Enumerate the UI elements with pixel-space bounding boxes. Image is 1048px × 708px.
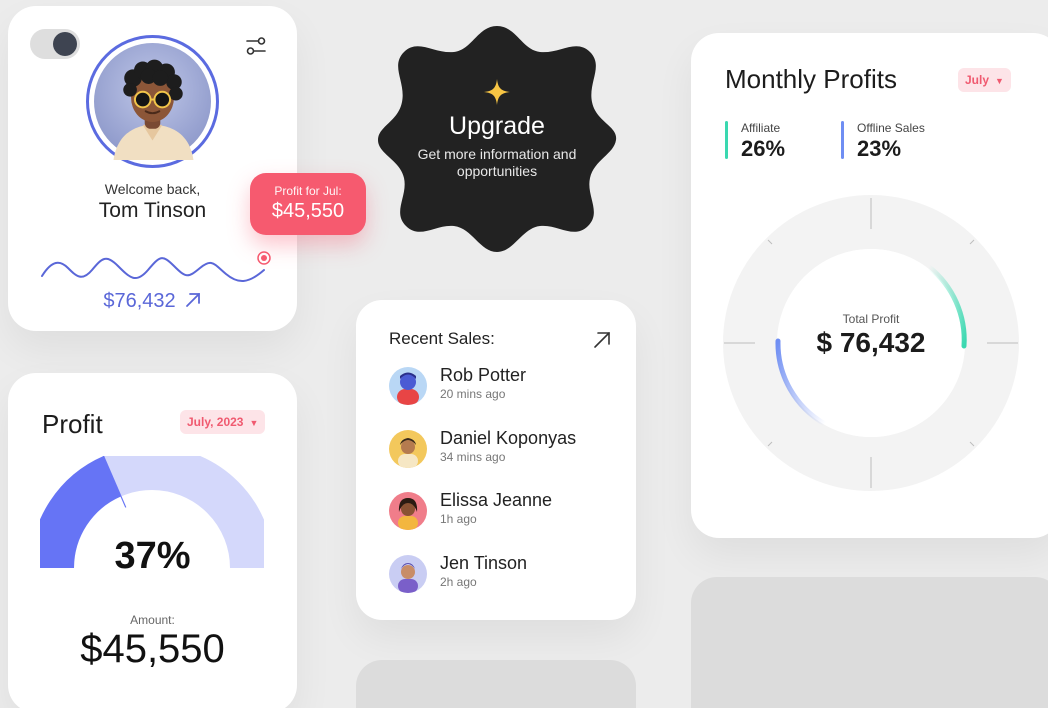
caret-down-icon: ▼ xyxy=(249,418,259,428)
avatar xyxy=(389,367,427,405)
month-dropdown[interactable]: July ▼ xyxy=(958,68,1011,92)
sale-name: Rob Potter xyxy=(440,365,527,385)
profit-percent: 37% xyxy=(114,535,191,577)
profit-card: Profit July, 2023 ▼ 37% Amount: $45,550 xyxy=(8,373,297,708)
monthly-profits-title: Monthly Profits xyxy=(725,64,897,94)
legend-color-offline xyxy=(841,121,844,159)
sparkle-icon xyxy=(484,79,510,105)
sale-time: 20 mins ago xyxy=(440,387,506,401)
profit-tooltip: Profit for Jul: $45,550 xyxy=(250,173,366,235)
list-item[interactable]: Daniel Koponyas 34 mins ago xyxy=(389,428,619,472)
period-dropdown-value: July, 2023 xyxy=(187,415,244,429)
sale-time: 1h ago xyxy=(440,512,477,526)
sale-time: 34 mins ago xyxy=(440,450,506,464)
amount-label: Amount: xyxy=(130,613,175,627)
monthly-profits-card: Monthly Profits July ▼ Affiliate 26% Offl… xyxy=(691,33,1048,538)
legend-color-affiliate xyxy=(725,121,728,159)
upgrade-badge[interactable]: Upgrade Get more information and opportu… xyxy=(376,22,618,254)
sale-time: 2h ago xyxy=(440,575,477,589)
list-item[interactable]: Rob Potter 20 mins ago xyxy=(389,365,619,409)
legend-label: Offline Sales xyxy=(857,121,925,135)
profit-title: Profit xyxy=(42,409,103,439)
caret-down-icon: ▼ xyxy=(995,76,1004,86)
avatar xyxy=(389,492,427,530)
recent-sales-title: Recent Sales: xyxy=(389,329,495,348)
sale-name: Daniel Koponyas xyxy=(440,428,577,448)
sliders-icon[interactable] xyxy=(244,34,268,58)
month-dropdown-value: July xyxy=(965,73,990,87)
recent-sales-card: Recent Sales: Rob Potter 20 mins ago Dan… xyxy=(356,300,636,620)
list-item[interactable]: Jen Tinson 2h ago xyxy=(389,553,619,597)
placeholder-card xyxy=(691,577,1048,708)
sale-name: Elissa Jeanne xyxy=(440,490,553,510)
arrow-up-right-icon[interactable] xyxy=(184,291,202,309)
upgrade-subtitle: Get more information and opportunities xyxy=(417,146,577,179)
theme-toggle[interactable] xyxy=(30,29,80,59)
profile-card: Welcome back, Tom Tinson $76,432 xyxy=(8,6,297,331)
sale-name: Jen Tinson xyxy=(440,553,528,573)
avatar xyxy=(389,430,427,468)
upgrade-title: Upgrade xyxy=(449,112,545,140)
arrow-up-right-icon[interactable] xyxy=(592,330,612,350)
profit-sparkline xyxy=(41,251,271,282)
profit-tooltip-value: $45,550 xyxy=(271,200,345,222)
total-row: $76,432 xyxy=(8,290,297,313)
placeholder-card xyxy=(356,660,636,708)
list-item[interactable]: Elissa Jeanne 1h ago xyxy=(389,490,619,534)
avatar[interactable] xyxy=(86,35,219,168)
total-value: $76,432 xyxy=(103,290,176,312)
amount-value: $45,550 xyxy=(80,627,225,671)
legend-value: 26% xyxy=(741,136,786,161)
user-avatar-illustration xyxy=(94,43,211,160)
legend-label: Affiliate xyxy=(741,121,781,135)
profit-tooltip-label: Profit for Jul: xyxy=(274,184,342,198)
total-profit-value: $ 76,432 xyxy=(816,327,926,358)
legend-value: 23% xyxy=(857,136,902,161)
toggle-knob xyxy=(53,32,77,56)
total-profit-label: Total Profit xyxy=(842,312,900,326)
period-dropdown[interactable]: July, 2023 ▼ xyxy=(180,410,266,434)
avatar xyxy=(389,555,427,593)
